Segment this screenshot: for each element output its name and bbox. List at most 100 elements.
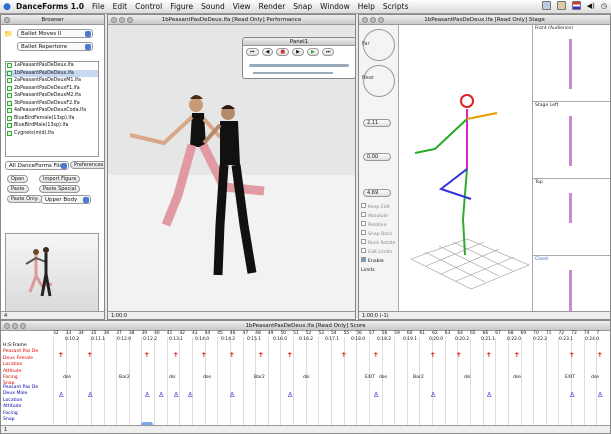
volume-icon[interactable]: ◀): [587, 2, 595, 10]
female-keyframe-icon[interactable]: ✝: [430, 351, 436, 359]
male-keyframe-icon[interactable]: ♙: [173, 391, 179, 399]
menu-edit[interactable]: Edit: [113, 2, 128, 11]
menu-control[interactable]: Control: [135, 2, 162, 11]
menu-snap[interactable]: Snap: [293, 2, 312, 11]
category-select[interactable]: Ballet Moves II: [17, 29, 93, 38]
male-keyframe-icon[interactable]: ♙: [144, 391, 150, 399]
file-item[interactable]: 3aPeasantPasDeDeuxM2.lfa: [6, 92, 98, 100]
close-button[interactable]: [4, 17, 10, 23]
option-rock-rotate[interactable]: Rock Rotate: [361, 239, 398, 248]
male-keyframe-icon[interactable]: ♙: [229, 391, 235, 399]
menu-file[interactable]: File: [92, 2, 105, 11]
paste-special-button[interactable]: Paste Special: [39, 185, 81, 193]
toolbar-icon[interactable]: [541, 1, 551, 10]
checkbox[interactable]: [361, 248, 366, 253]
step-forward-icon[interactable]: ▶: [306, 48, 319, 56]
checkbox[interactable]: [361, 239, 366, 244]
checkbox[interactable]: [361, 257, 366, 262]
minimize-button[interactable]: [370, 17, 376, 23]
female-keyframe-icon[interactable]: ✝: [258, 351, 264, 359]
checkbox[interactable]: [361, 221, 366, 226]
clock-icon[interactable]: ◷: [601, 2, 607, 10]
filter-select[interactable]: All DanceForms Files: [5, 161, 69, 170]
play-icon[interactable]: ▶: [292, 48, 304, 56]
minimize-button[interactable]: [12, 323, 18, 329]
female-keyframe-icon[interactable]: ✝: [229, 351, 235, 359]
apple-icon[interactable]: ●: [0, 2, 14, 12]
file-list[interactable]: 1aPeasantPasDeDeux.lfa 1bPeasantPasDeDeux…: [5, 61, 99, 157]
score-grid[interactable]: 32 33 34 35 36 37 38 39 40 41 42 43 44 45 46 47 48 49 50 51…: [1, 331, 610, 427]
option-keep-edit[interactable]: Keep Edit: [361, 203, 398, 212]
performance-titlebar[interactable]: 1bPeasantPasDeDeux.lfa [Read Only] Perfo…: [108, 15, 355, 25]
angle-field-3[interactable]: 4.69: [363, 189, 391, 197]
menu-help[interactable]: Help: [358, 2, 375, 11]
forward-end-icon[interactable]: ⏭: [321, 48, 335, 56]
file-item[interactable]: 1aPeasantPasDeDeux.lfa: [6, 62, 98, 70]
stage-viewport[interactable]: [401, 29, 531, 309]
close-button[interactable]: [4, 323, 10, 329]
menu-render[interactable]: Render: [259, 2, 286, 11]
paste-only-button[interactable]: Paste Only:: [7, 195, 43, 203]
file-item[interactable]: 4aPeasantPasDeDeuxCoda.lfa: [6, 107, 98, 115]
option-snap-back[interactable]: Snap Back: [361, 230, 398, 239]
flag-icon[interactable]: [571, 1, 581, 10]
import-figure-button[interactable]: Import Figure: [39, 175, 81, 183]
browser-titlebar[interactable]: Browser: [1, 15, 104, 25]
male-keyframe-icon[interactable]: ♙: [486, 391, 492, 399]
view-pane[interactable]: Front (Audience): [533, 25, 610, 102]
male-keyframe-icon[interactable]: ♙: [87, 391, 93, 399]
view-pane[interactable]: Stage Left: [533, 102, 610, 179]
checkbox[interactable]: [361, 203, 366, 208]
collection-select[interactable]: Ballet Repertoire: [17, 42, 93, 51]
female-keyframe-icon[interactable]: ✝: [373, 351, 379, 359]
file-item[interactable]: 1bPeasantPasDeDeux.lfa: [6, 69, 98, 77]
toolbar-icon[interactable]: [556, 1, 566, 10]
option-edit-limits[interactable]: Edit Limits: [361, 248, 398, 257]
angle-field-1[interactable]: 2.11: [363, 119, 391, 127]
female-keyframe-icon[interactable]: ✝: [597, 351, 603, 359]
folder-icon[interactable]: 📁: [4, 30, 13, 38]
female-keyframe-icon[interactable]: ✝: [287, 351, 293, 359]
male-keyframe-icon[interactable]: ♙: [373, 391, 379, 399]
female-keyframe-icon[interactable]: ✝: [456, 351, 462, 359]
female-keyframe-icon[interactable]: ✝: [58, 351, 64, 359]
female-keyframe-icon[interactable]: ✝: [514, 351, 520, 359]
time-slider[interactable]: [249, 64, 349, 67]
male-keyframe-icon[interactable]: ♙: [158, 391, 164, 399]
male-keyframe-icon[interactable]: ♙: [597, 391, 603, 399]
rewind-start-icon[interactable]: ⏮: [246, 48, 259, 56]
panel-titlebar[interactable]: Panel1: [243, 38, 355, 46]
option-relative[interactable]: Relative: [361, 221, 398, 230]
stage-titlebar[interactable]: 1bPeasantPasDeDeux.lfa [Read Only] Stage: [359, 15, 610, 25]
female-keyframe-icon[interactable]: ✝: [173, 351, 179, 359]
speed-slider[interactable]: [253, 72, 333, 74]
paste-button[interactable]: Paste: [7, 185, 29, 193]
close-button[interactable]: [111, 17, 117, 23]
minimize-button[interactable]: [119, 17, 125, 23]
zoom-button[interactable]: [127, 17, 133, 23]
close-button[interactable]: [362, 17, 368, 23]
step-back-icon[interactable]: ◀: [261, 48, 274, 56]
preferences-button[interactable]: Preferences: [70, 161, 104, 169]
score-titlebar[interactable]: 1bPeasantPasDeDeux.lfa [Read Only] Score: [1, 321, 610, 331]
file-item[interactable]: 2bPeasantPasDeDeuxF1.lfa: [6, 85, 98, 93]
open-button[interactable]: Open: [7, 175, 29, 183]
checkbox[interactable]: [361, 230, 366, 235]
file-item[interactable]: 3bPeasantPasDeDeuxF2.lfa: [6, 100, 98, 108]
zoom-button[interactable]: [378, 17, 384, 23]
file-item[interactable]: BlueBirdMale(13sp).lfa: [6, 122, 98, 130]
zoom-button[interactable]: [20, 323, 26, 329]
male-keyframe-icon[interactable]: ♙: [287, 391, 293, 399]
female-keyframe-icon[interactable]: ✝: [201, 351, 207, 359]
option-absolute[interactable]: Absolute: [361, 212, 398, 221]
checkbox[interactable]: [361, 212, 366, 217]
menu-view[interactable]: View: [233, 2, 251, 11]
menu-window[interactable]: Window: [320, 2, 350, 11]
view-pane[interactable]: Chest: [533, 256, 610, 319]
female-keyframe-icon[interactable]: ✝: [569, 351, 575, 359]
menu-scripts[interactable]: Scripts: [383, 2, 409, 11]
stop-icon[interactable]: ■: [276, 48, 290, 56]
app-menu[interactable]: DanceForms 1.0: [16, 2, 84, 11]
female-keyframe-icon[interactable]: ✝: [87, 351, 93, 359]
female-keyframe-icon[interactable]: ✝: [144, 351, 150, 359]
